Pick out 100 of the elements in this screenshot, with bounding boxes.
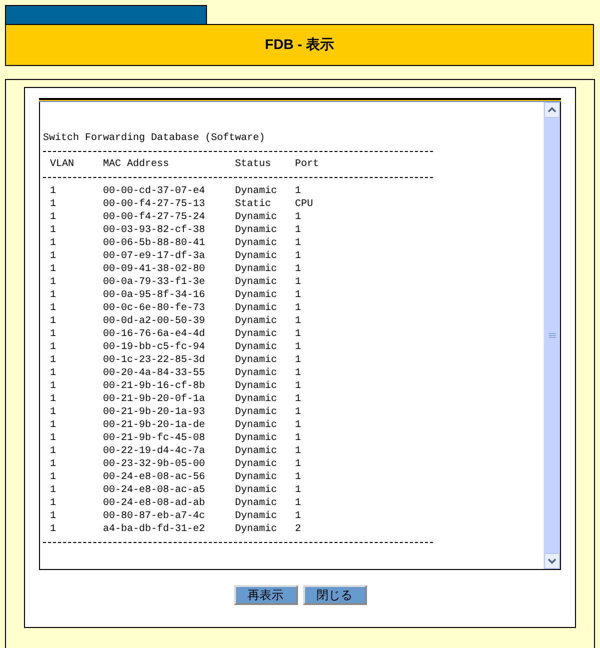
port-cell-text: 1 [295, 276, 302, 289]
vlan-cell-text: 1 [50, 523, 58, 536]
refresh-button[interactable]: 再表示 [234, 585, 298, 605]
port-cell-text: 1 [295, 471, 302, 484]
vlan-cell-text: 1 [50, 198, 58, 211]
vlan-cell-text: 1 [50, 445, 58, 458]
mac-cell-text: 00-0c-6e-80-fe-73 [103, 302, 206, 315]
mac-cell-text: 00-03-93-82-cf-38 [103, 224, 206, 237]
vlan-cell-text: 1 [50, 484, 58, 497]
vlan-cell-text: 1 [50, 185, 58, 198]
mac-cell-text: 00-19-bb-c5-fc-94 [103, 341, 206, 354]
mac-cell-text: 00-00-f4-27-75-13 [103, 198, 206, 211]
port-cell-text: 1 [295, 432, 302, 445]
vlan-cell-text: 1 [50, 224, 58, 237]
mac-cell-text: 00-21-9b-16-cf-8b [103, 380, 206, 393]
mac-cell-text: 00-24-e8-08-ad-ab [103, 497, 206, 510]
vlan-cell-text: 1 [50, 406, 58, 419]
scrollbar[interactable] [543, 102, 560, 569]
port-cell-text: 1 [295, 224, 302, 237]
vlan-cell-text: 1 [50, 341, 58, 354]
port-cell-text: 1 [295, 367, 302, 380]
vlan-cell-text: 1 [50, 432, 58, 445]
vlan-cell-text: 1 [50, 458, 58, 471]
mac-cell-text: 00-21-9b-20-1a-de [103, 419, 206, 432]
close-button[interactable]: 閉じる [302, 585, 366, 605]
port-cell-text: 1 [295, 380, 302, 393]
port-cell-text: 1 [295, 484, 302, 497]
status-cell-text: Dynamic [235, 445, 278, 458]
vlan-cell-text: 1 [50, 380, 58, 393]
port-cell-text: 1 [295, 237, 302, 250]
listing-title: Switch Forwarding Database (Software) [43, 132, 266, 145]
port-cell-text: 1 [295, 250, 302, 263]
mac-cell-text: 00-24-e8-08-ac-56 [103, 471, 206, 484]
status-cell-text: Dynamic [235, 289, 278, 302]
port-cell-text: 1 [295, 328, 302, 341]
status-cell-text: Dynamic [235, 406, 278, 419]
vlan-cell-text: 1 [50, 393, 58, 406]
mac-cell-text: 00-24-e8-08-ac-a5 [103, 484, 206, 497]
status-cell-text: Dynamic [235, 354, 278, 367]
status-cell-text: Dynamic [235, 341, 278, 354]
status-cell-text: Dynamic [235, 328, 278, 341]
mac-cell-text: 00-21-9b-fc-45-08 [103, 432, 206, 445]
grip-icon [548, 332, 556, 338]
vlan-cell-text: 1 [50, 497, 58, 510]
status-cell-text: Dynamic [235, 224, 278, 237]
mac-cell-text: 00-23-32-9b-05-00 [103, 458, 206, 471]
status-cell-text: Dynamic [235, 458, 278, 471]
status-cell-text: Dynamic [235, 250, 278, 263]
mac-cell-text: 00-16-76-6a-e4-4d [103, 328, 206, 341]
vlan-cell-text: 1 [50, 328, 58, 341]
mac-cell-text: 00-1c-23-22-85-3d [103, 354, 206, 367]
mac-cell-text: 00-00-cd-37-07-e4 [103, 185, 206, 198]
vlan-cell-text: 1 [50, 289, 58, 302]
column-header: Port [295, 158, 320, 171]
vlan-cell-text: 1 [50, 237, 58, 250]
scroll-up-icon[interactable] [544, 102, 560, 118]
port-cell-text: 1 [295, 393, 302, 406]
port-cell-text: 1 [295, 497, 302, 510]
status-cell-text: Dynamic [235, 315, 278, 328]
mac-cell-text: 00-06-5b-88-80-41 [103, 237, 206, 250]
mac-cell-text: 00-20-4a-84-33-55 [103, 367, 206, 380]
port-cell-text: 1 [295, 315, 302, 328]
port-cell-text: 1 [295, 211, 302, 224]
status-cell-text: Dynamic [235, 484, 278, 497]
port-cell-text: 1 [295, 289, 302, 302]
port-cell-text: 1 [295, 354, 302, 367]
scroll-down-icon[interactable] [544, 553, 560, 569]
status-cell-text: Dynamic [235, 510, 278, 523]
mac-cell-text: 00-0a-79-33-f1-3e [103, 276, 206, 289]
vlan-cell-text: 1 [50, 250, 58, 263]
status-cell-text: Dynamic [235, 393, 278, 406]
status-cell-text: Dynamic [235, 263, 278, 276]
mac-cell-text: a4-ba-db-fd-31-e2 [103, 523, 206, 536]
status-cell-text: Dynamic [235, 380, 278, 393]
status-cell-text: Dynamic [235, 471, 278, 484]
port-cell-text: CPU [295, 198, 314, 211]
status-cell-text: Dynamic [235, 367, 278, 380]
status-cell-text: Dynamic [235, 276, 278, 289]
status-cell-text: Static [235, 198, 272, 211]
mac-cell-text: 00-07-e9-17-df-3a [103, 250, 206, 263]
vlan-cell-text: 1 [50, 302, 58, 315]
port-cell-text: 1 [295, 341, 302, 354]
mac-cell-text: 00-80-87-eb-a7-4c [103, 510, 206, 523]
column-header: VLAN [50, 158, 76, 171]
vlan-cell-text: 1 [50, 510, 58, 523]
port-cell-text: 1 [295, 419, 302, 432]
status-cell-text: Dynamic [235, 419, 278, 432]
port-cell-text: 1 [295, 302, 302, 315]
status-cell-text: Dynamic [235, 497, 278, 510]
mac-cell-text: 00-09-41-38-02-80 [103, 263, 206, 276]
vlan-cell-text: 1 [50, 211, 58, 224]
status-cell-text: Dynamic [235, 211, 278, 224]
vlan-cell-text: 1 [50, 315, 58, 328]
mac-cell-text: 00-0a-95-8f-34-16 [103, 289, 206, 302]
column-header: MAC Address [103, 158, 170, 171]
port-cell-text: 1 [295, 458, 302, 471]
vlan-cell-text: 1 [50, 367, 58, 380]
status-cell-text: Dynamic [235, 237, 278, 250]
mac-cell-text: 00-21-9b-20-1a-93 [103, 406, 206, 419]
mac-cell-text: 00-22-19-d4-4c-7a [103, 445, 206, 458]
